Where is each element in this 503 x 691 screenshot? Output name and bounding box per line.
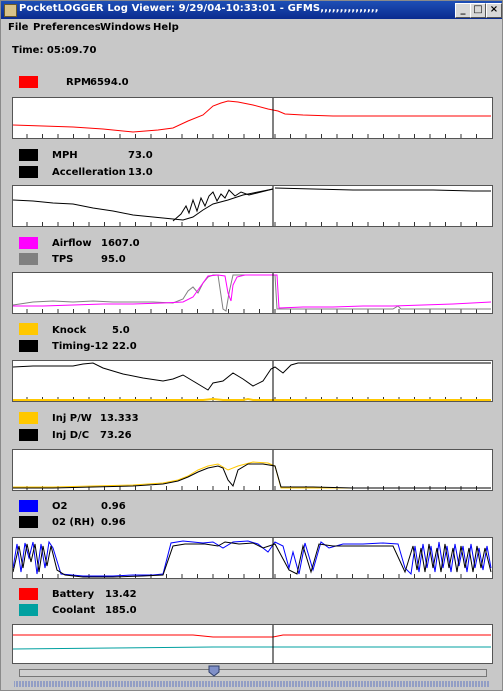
o2rh-value: 0.96	[101, 517, 126, 528]
timing-color-swatch[interactable]	[19, 340, 38, 352]
battery-color-swatch[interactable]	[19, 588, 38, 600]
minimize-button[interactable]: _	[455, 3, 471, 18]
accel-value: 13.0	[128, 167, 153, 178]
battery-value: 13.42	[105, 589, 137, 600]
airflow-color-swatch[interactable]	[19, 237, 38, 249]
log-viewer-window: PocketLOGGER Log Viewer: 9/29/04-10:33:0…	[0, 0, 503, 691]
tps-label: TPS	[52, 254, 74, 265]
close-button[interactable]: ×	[486, 3, 502, 18]
o2-label: O2	[52, 501, 68, 512]
injdc-label: Inj D/C	[52, 430, 90, 441]
o2-chart[interactable]	[12, 537, 493, 579]
knock-timing-chart[interactable]	[12, 360, 493, 402]
time-slider-thumb[interactable]	[208, 665, 220, 677]
menu-preferences[interactable]: Preferences	[33, 22, 101, 33]
time-readout: Time: 05:09.70	[12, 45, 97, 56]
injpw-color-swatch[interactable]	[19, 412, 38, 424]
coolant-value: 185.0	[105, 605, 137, 616]
o2-value: 0.96	[101, 501, 126, 512]
tps-color-swatch[interactable]	[19, 253, 38, 265]
rpm-chart[interactable]	[12, 97, 493, 139]
rpm-value: 6594.0	[90, 77, 129, 88]
timing-label: Timing-12	[52, 341, 109, 352]
battery-label: Battery	[52, 589, 95, 600]
tps-value: 95.0	[101, 254, 126, 265]
injector-chart[interactable]	[12, 449, 493, 491]
time-slider-track[interactable]	[19, 669, 487, 677]
menu-windows[interactable]: Windows	[100, 22, 151, 33]
timing-value: 22.0	[112, 341, 137, 352]
app-icon	[4, 4, 17, 17]
knock-color-swatch[interactable]	[19, 323, 38, 335]
rpm-label: RPM	[66, 77, 91, 88]
battery-coolant-chart[interactable]	[12, 624, 493, 664]
coolant-label: Coolant	[52, 605, 96, 616]
airflow-value: 1607.0	[101, 238, 140, 249]
coolant-color-swatch[interactable]	[19, 604, 38, 616]
knock-value: 5.0	[112, 325, 130, 336]
mph-label: MPH	[52, 150, 78, 161]
accel-label: Accelleration	[52, 167, 126, 178]
menu-help[interactable]: Help	[153, 22, 179, 33]
menu-file[interactable]: File	[8, 22, 28, 33]
injpw-label: Inj P/W	[52, 413, 92, 424]
injpw-value: 13.333	[100, 413, 139, 424]
timeline-ruler	[14, 681, 489, 687]
mph-value: 73.0	[128, 150, 153, 161]
mph-color-swatch[interactable]	[19, 149, 38, 161]
injdc-value: 73.26	[100, 430, 132, 441]
maximize-button[interactable]: □	[470, 3, 486, 18]
airflow-label: Airflow	[52, 238, 92, 249]
o2rh-label: 02 (RH)	[52, 517, 95, 528]
rpm-color-swatch[interactable]	[19, 76, 38, 88]
title-bar[interactable]: PocketLOGGER Log Viewer: 9/29/04-10:33:0…	[1, 1, 502, 19]
o2-color-swatch[interactable]	[19, 500, 38, 512]
knock-label: Knock	[52, 325, 87, 336]
menu-bar: File Preferences Windows Help	[1, 20, 502, 37]
accel-color-swatch[interactable]	[19, 166, 38, 178]
o2rh-color-swatch[interactable]	[19, 516, 38, 528]
injdc-color-swatch[interactable]	[19, 429, 38, 441]
mph-accel-chart[interactable]	[12, 185, 493, 227]
airflow-tps-chart[interactable]	[12, 272, 493, 314]
window-title: PocketLOGGER Log Viewer: 9/29/04-10:33:0…	[19, 3, 379, 14]
